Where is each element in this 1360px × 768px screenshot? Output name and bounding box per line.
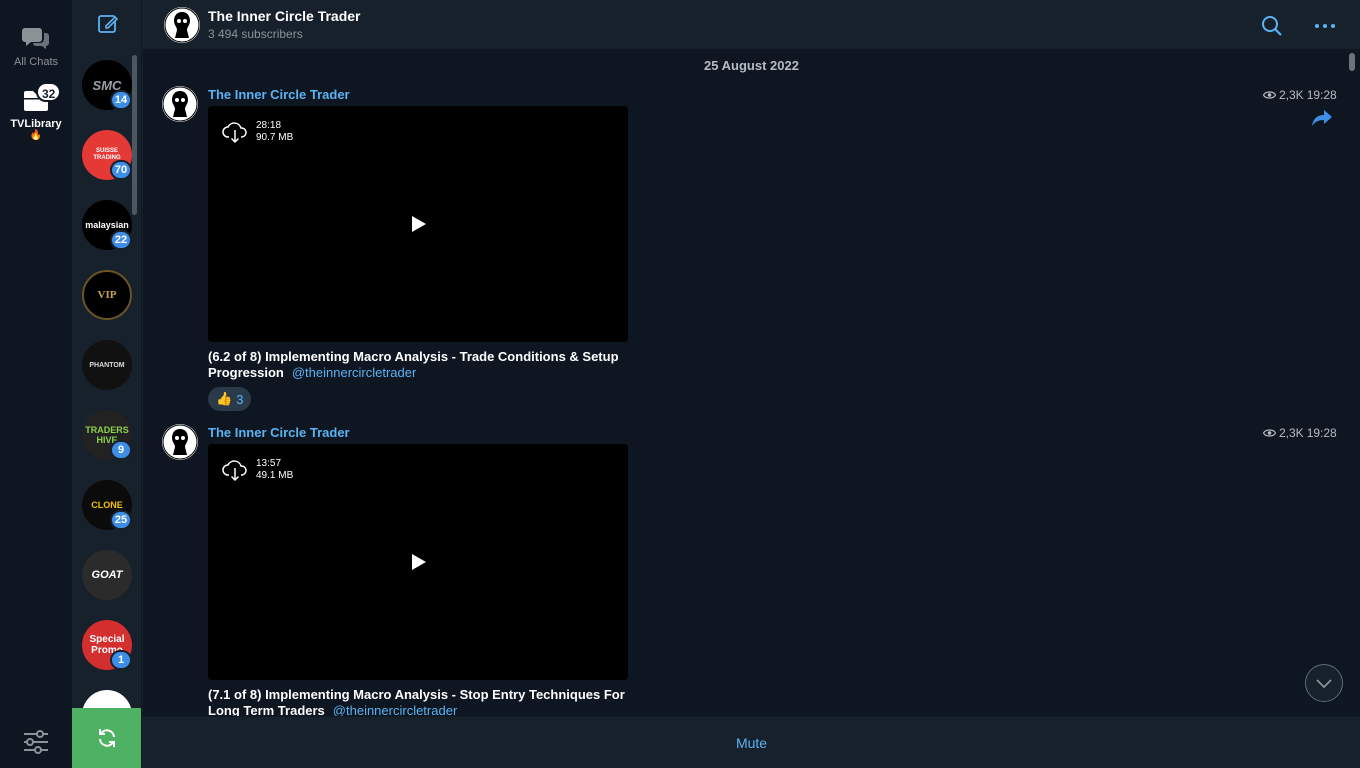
message-meta: 2,3K 19:28	[1263, 426, 1337, 440]
fire-emoji: 🔥	[29, 130, 43, 141]
video-info: 13:57 49.1 MB	[256, 458, 293, 482]
chat-avatar-text: GOAT	[91, 569, 123, 581]
chat-avatar-text: VIP	[97, 289, 117, 301]
subscriber-count: 3 494 subscribers	[208, 27, 303, 41]
chat-avatar-vip[interactable]: VIP	[82, 270, 132, 320]
chat-unread-badge: 70	[110, 160, 132, 180]
view-count: 2,3K	[1279, 426, 1304, 440]
search-icon[interactable]	[1260, 14, 1284, 38]
folder-tvlibrary[interactable]: 32 TVLibrary 🔥	[0, 82, 72, 141]
chat-unread-badge: 25	[110, 510, 132, 530]
video-info: 28:18 90.7 MB	[256, 120, 293, 144]
message-author[interactable]: The Inner Circle Trader	[208, 425, 350, 440]
channel-logo-icon	[164, 7, 200, 43]
reaction-emoji: 👍	[216, 391, 233, 406]
channel-handle-link[interactable]: @theinnercircletrader	[292, 365, 416, 380]
folder-all-chats-label: All Chats	[13, 56, 59, 68]
chat-unread-badge: 9	[110, 440, 132, 460]
channel-header[interactable]: The Inner Circle Trader 3 494 subscriber…	[143, 0, 1360, 50]
scroll-to-bottom-button[interactable]	[1305, 664, 1343, 702]
messages-scrollbar[interactable]	[1349, 53, 1355, 71]
video-size: 90.7 MB	[256, 132, 294, 143]
chat-avatar-text: PHANTOM	[89, 361, 125, 369]
view-count: 2,3K	[1279, 88, 1304, 102]
chat-list: SMC 14 SUISSE TRADING 70 malaysian 22 VI…	[72, 0, 142, 768]
message-author-avatar[interactable]	[162, 424, 198, 460]
video-size: 49.1 MB	[256, 470, 294, 481]
chat-avatar-text: CLONE	[91, 500, 123, 510]
chat-list-scrollbar[interactable]	[132, 55, 137, 215]
video-attachment[interactable]: 13:57 49.1 MB	[208, 444, 628, 680]
chat-avatar-goat[interactable]: GOAT	[82, 550, 132, 600]
video-attachment[interactable]: 28:18 90.7 MB	[208, 106, 628, 342]
chat-avatar-text: malaysian	[85, 220, 129, 230]
chat-avatar-phantom[interactable]: PHANTOM	[82, 340, 132, 390]
views-eye-icon	[1263, 429, 1276, 437]
compose-icon[interactable]	[96, 12, 120, 36]
chats-icon	[22, 28, 49, 49]
video-duration: 28:18	[256, 120, 282, 131]
folder-all-chats[interactable]: All Chats	[0, 24, 72, 68]
channel-logo-icon	[162, 86, 198, 122]
mute-button[interactable]: Mute	[143, 717, 1360, 768]
folders-rail: All Chats 32 TVLibrary 🔥	[0, 0, 72, 768]
forward-share-icon[interactable]	[1311, 108, 1333, 128]
channel-pane: The Inner Circle Trader 3 494 subscriber…	[143, 0, 1360, 768]
folder-tvlibrary-label: TVLibrary	[10, 118, 62, 130]
chat-unread-badge: 22	[110, 230, 132, 250]
message-caption: (6.2 of 8) Implementing Macro Analysis -…	[208, 349, 648, 381]
views-eye-icon	[1263, 91, 1276, 99]
chat-unread-badge: 14	[110, 90, 132, 110]
message-author-avatar[interactable]	[162, 86, 198, 122]
chevron-down-icon	[1316, 679, 1332, 689]
channel-avatar[interactable]	[164, 7, 200, 43]
message-meta: 2,3K 19:28	[1263, 88, 1337, 102]
folder-unread-badge: 32	[36, 82, 62, 102]
message-caption: (7.1 of 8) Implementing Macro Analysis -…	[208, 687, 648, 719]
reaction-count: 3	[236, 391, 244, 407]
more-options-icon[interactable]	[1313, 14, 1337, 38]
refresh-button[interactable]	[72, 708, 141, 768]
message-author[interactable]: The Inner Circle Trader	[208, 87, 350, 102]
message-time: 19:28	[1306, 88, 1337, 102]
channel-title: The Inner Circle Trader	[208, 8, 361, 24]
bottom-bar: Mute	[143, 716, 1360, 768]
reaction-thumbs-up[interactable]: 👍 3	[208, 387, 252, 411]
play-icon[interactable]	[408, 552, 428, 572]
video-duration: 13:57	[256, 458, 282, 469]
cloud-download-icon[interactable]	[222, 458, 248, 482]
telegram-window: All Chats 32 TVLibrary 🔥 SMC 14 SUISSE T…	[0, 0, 1360, 768]
channel-logo-icon	[162, 424, 198, 460]
play-icon[interactable]	[408, 214, 428, 234]
settings-sliders-icon[interactable]	[20, 728, 52, 756]
cloud-download-icon[interactable]	[222, 120, 248, 144]
refresh-icon	[99, 729, 115, 747]
date-separator: 25 August 2022	[704, 58, 799, 73]
message-time: 19:28	[1306, 426, 1337, 440]
chat-unread-badge: 1	[110, 650, 132, 670]
